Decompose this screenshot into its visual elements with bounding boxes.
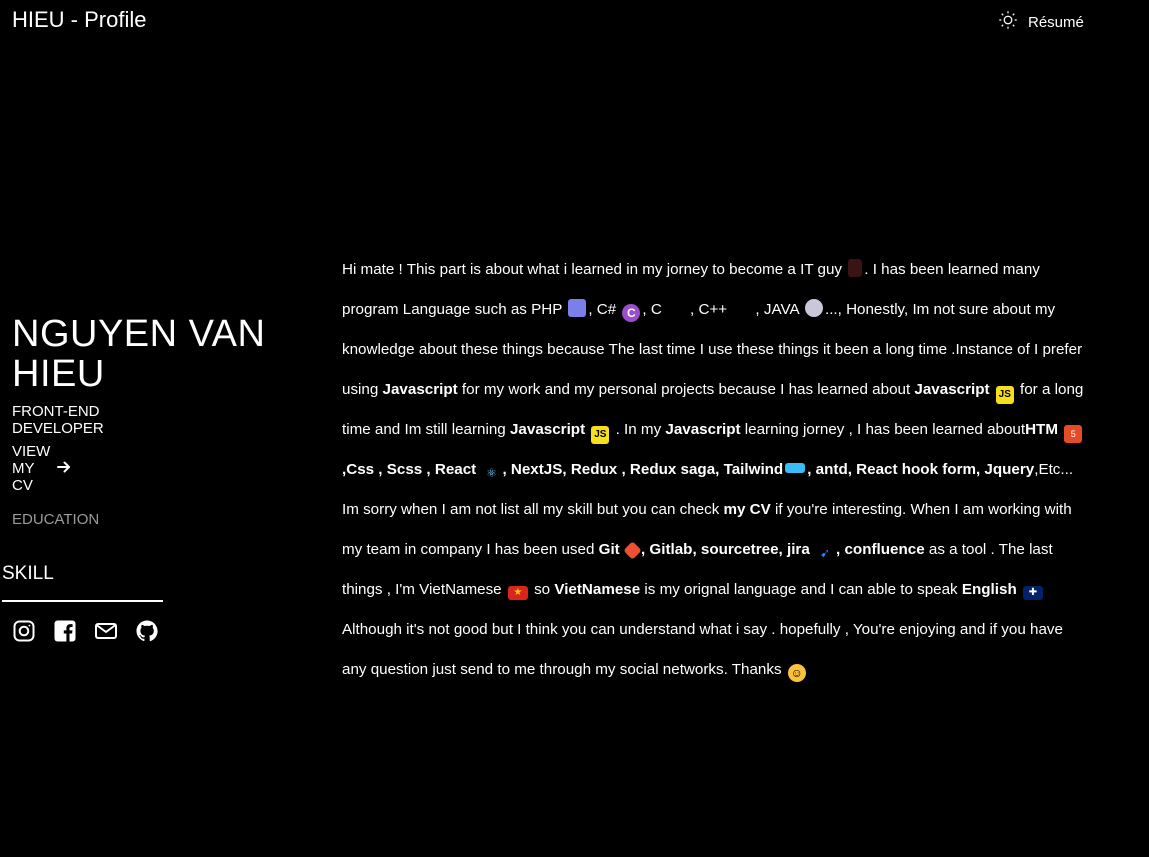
resume-label[interactable]: Résumé [1028, 14, 1084, 31]
view-cv-label[interactable]: VIEW MY CV [12, 443, 50, 494]
paragraph-text: , C++ [690, 301, 732, 318]
html-icon: 5 [1064, 425, 1083, 443]
github-icon[interactable] [135, 619, 159, 643]
paragraph-text [990, 381, 994, 398]
highlight-text: , confluence [836, 541, 925, 558]
git-icon [623, 541, 642, 560]
uk-icon: ✚ [1022, 586, 1043, 600]
resume-button[interactable]: Résumé [998, 10, 1084, 34]
nav-education[interactable]: EDUCATION [12, 511, 99, 528]
highlight-text: ,Css , Scss , React [342, 461, 481, 478]
highlight-text: English [961, 581, 1017, 598]
about-paragraph: Hi mate ! This part is about what i lear… [342, 250, 1087, 690]
paragraph-text: Hi mate ! This part is about what i lear… [342, 261, 847, 278]
paragraph-text: , C# [588, 301, 621, 318]
instagram-icon[interactable] [12, 619, 36, 643]
highlight-text: , antd, React hook form, Jquery [807, 461, 1035, 478]
mail-icon[interactable] [94, 619, 118, 643]
facebook-icon[interactable] [53, 619, 77, 643]
paragraph-text: , C [642, 301, 667, 318]
blank-icon [733, 299, 753, 317]
vn-icon: ★ [507, 586, 528, 600]
java-icon [804, 299, 823, 317]
smile-icon: ☺ [787, 664, 806, 682]
tw-icon [785, 463, 806, 473]
highlight-text: Javascript [665, 421, 741, 438]
highlight-text: HTM [1025, 421, 1058, 438]
active-nav-underline [2, 600, 163, 602]
social-links [12, 619, 159, 643]
paragraph-text: . In my [611, 421, 666, 438]
highlight-text: , Gitlab, sourcetree, jira [640, 541, 810, 558]
paragraph-text [810, 541, 814, 558]
profile-name: NGUYEN VAN HIEU [12, 313, 266, 395]
profile-role: FRONT-END DEVELOPER [12, 403, 104, 437]
guy-icon [848, 259, 863, 277]
paragraph-text: Although it's not good but I think you c… [342, 621, 1063, 678]
paragraph-text: , JAVA [755, 301, 803, 318]
paragraph-text: learning jorney , I has been learned abo… [740, 421, 1026, 438]
paragraph-text: is my orignal language and I can able to… [640, 581, 962, 598]
php-icon [568, 299, 587, 317]
paragraph-text: for my work and my personal projects bec… [457, 381, 915, 398]
highlight-text: VietNamese [554, 581, 641, 598]
site-title[interactable]: HIEU - Profile [12, 7, 146, 33]
paragraph-text: so [529, 581, 555, 598]
highlight-text: Javascript [914, 381, 990, 398]
highlight-text: Git [598, 541, 620, 558]
sun-icon[interactable] [998, 10, 1018, 34]
js-icon: JS [995, 386, 1014, 404]
react-icon: ⚛ [486, 466, 497, 480]
blank-icon [668, 299, 688, 317]
highlight-text: , NextJS, Redux , Redux saga, Tailwind [502, 461, 784, 478]
paragraph-text [585, 421, 589, 438]
highlight-text: my CV [723, 501, 771, 518]
paragraph-text [1058, 421, 1062, 438]
paragraph-text [1017, 581, 1021, 598]
jira-icon: ➹ [820, 546, 831, 560]
cs-icon: C [622, 304, 641, 322]
highlight-text: Javascript [509, 421, 586, 438]
view-cv-link[interactable]: VIEW MY CV [12, 443, 72, 494]
nav-skill[interactable]: SKILL [2, 563, 54, 585]
header: HIEU - Profile Résumé [0, 0, 1149, 42]
highlight-text: Javascript [382, 381, 458, 398]
arrow-right-icon[interactable] [56, 459, 72, 479]
js-icon: JS [591, 426, 610, 444]
